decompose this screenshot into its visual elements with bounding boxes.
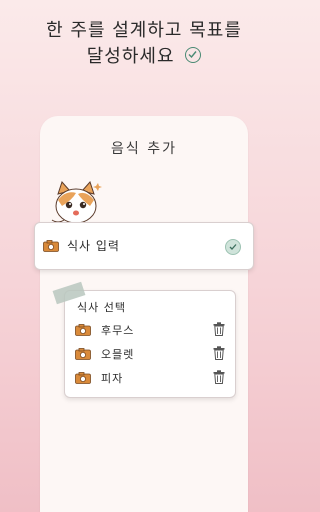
list-item[interactable]: 후무스 — [75, 321, 225, 339]
trash-icon[interactable] — [213, 370, 225, 384]
camera-icon — [75, 348, 91, 360]
meal-select-card: 식사 선택 후무스 오믈렛 피자 — [64, 290, 236, 398]
check-circle-icon — [185, 47, 202, 63]
trash-icon[interactable] — [213, 346, 225, 360]
list-item-label: 오믈렛 — [101, 348, 135, 361]
screen-title: 음식 추가 — [111, 141, 177, 157]
list-item[interactable]: 피자 — [75, 369, 225, 387]
list-item-label: 후무스 — [101, 324, 135, 337]
trash-icon[interactable] — [213, 322, 225, 336]
headline-line1: 한 주를 설계하고 목표를 — [46, 20, 242, 41]
meal-select-title: 식사 선택 — [77, 301, 126, 314]
camera-icon — [43, 240, 59, 252]
headline: 한 주를 설계하고 목표를 달성하세요 — [0, 18, 288, 70]
list-item[interactable]: 오믈렛 — [75, 345, 225, 363]
camera-icon — [75, 372, 91, 384]
check-circle-icon[interactable] — [225, 239, 241, 255]
meal-input-card[interactable]: 식사 입력 — [34, 222, 254, 270]
list-item-label: 피자 — [101, 372, 124, 385]
camera-icon — [75, 324, 91, 336]
headline-line2: 달성하세요 — [86, 46, 175, 67]
meal-input-label: 식사 입력 — [67, 239, 120, 253]
